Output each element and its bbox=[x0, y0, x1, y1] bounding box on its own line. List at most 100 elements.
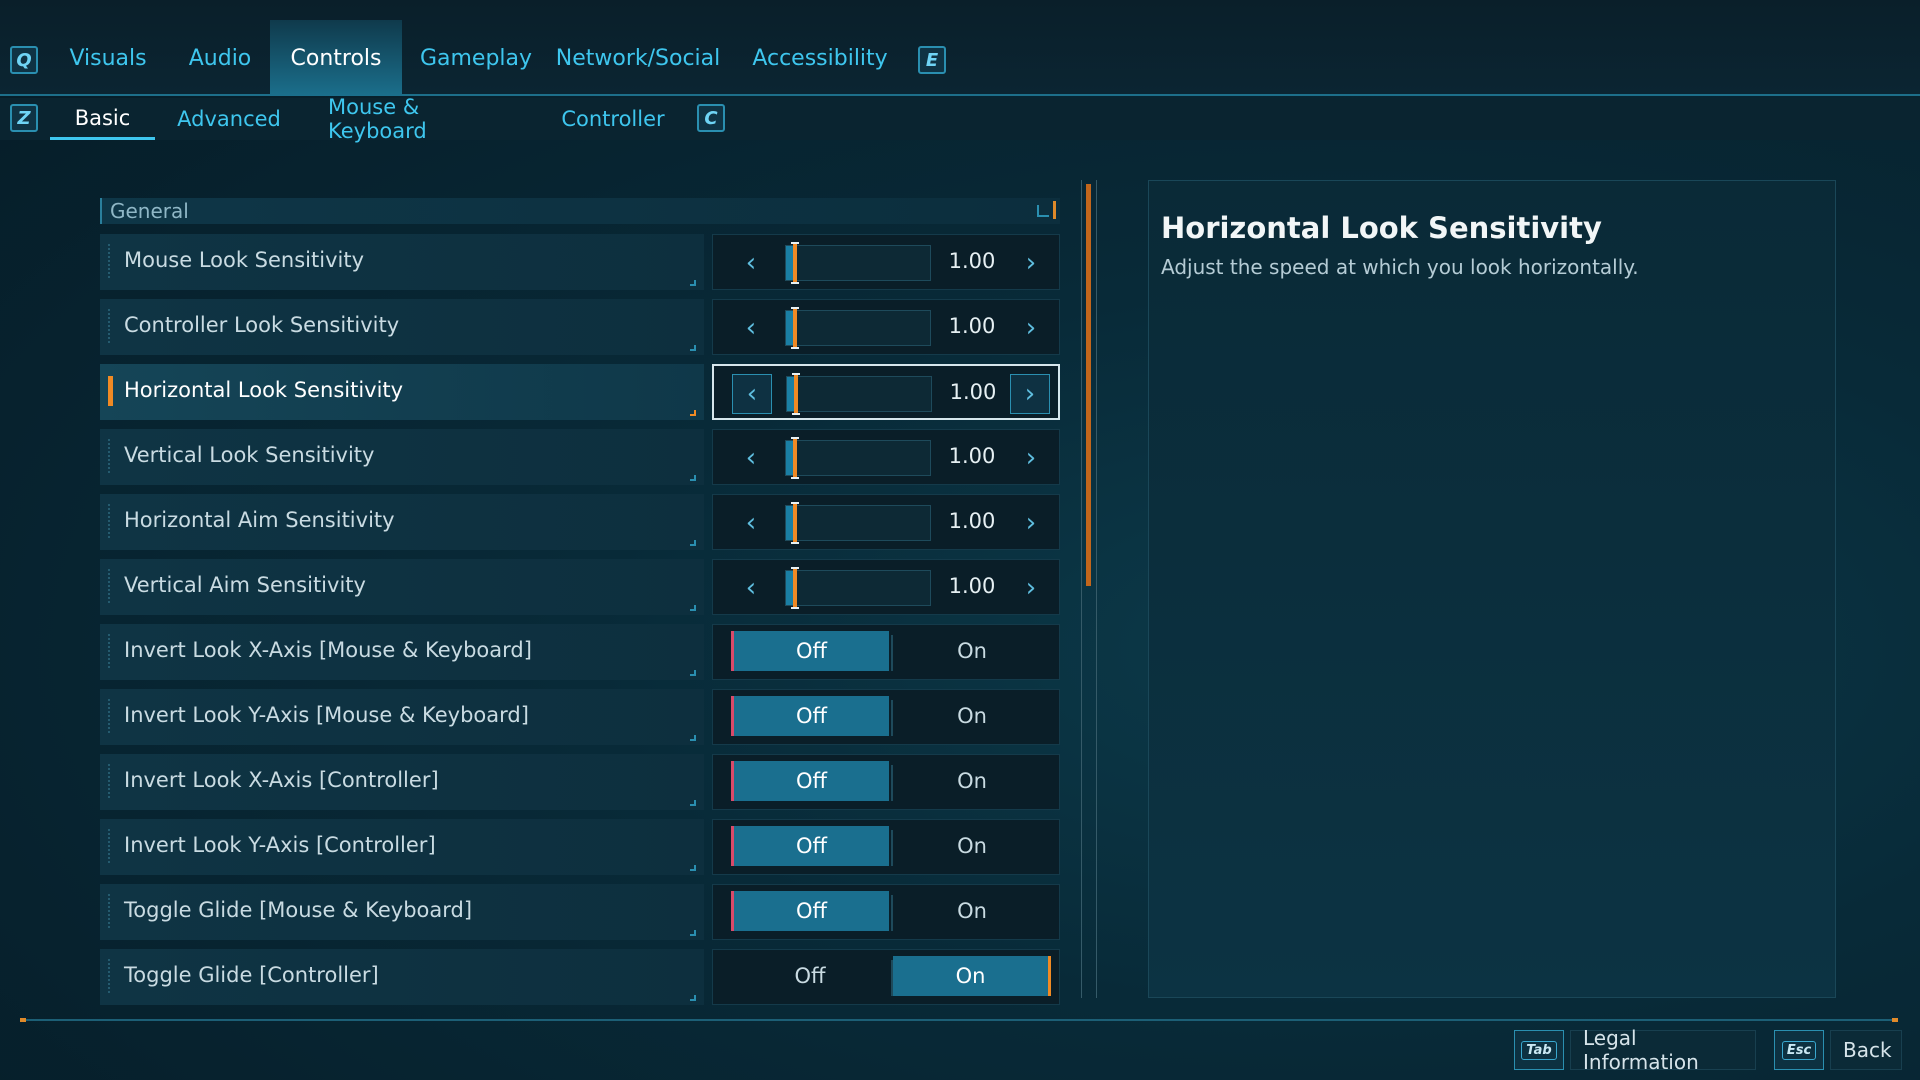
setting-label-cell[interactable]: Invert Look Y-Axis [Mouse & Keyboard] bbox=[100, 689, 704, 745]
toggle-off-option[interactable]: Off bbox=[731, 891, 889, 931]
tab-controls[interactable]: Controls bbox=[270, 20, 402, 96]
toggle-off-option[interactable]: Off bbox=[731, 761, 889, 801]
slider-thumb[interactable] bbox=[791, 502, 799, 544]
slider-thumb[interactable] bbox=[791, 437, 799, 479]
tab-network-social[interactable]: Network/Social bbox=[546, 20, 730, 96]
prev-subtab-key[interactable]: Z bbox=[10, 104, 38, 132]
toggle-on-option[interactable]: On bbox=[893, 826, 1051, 866]
setting-label-cell[interactable]: Controller Look Sensitivity bbox=[100, 299, 704, 355]
setting-row-10[interactable]: Toggle Glide [Mouse & Keyboard] Off On bbox=[100, 884, 1060, 940]
decrease-button[interactable]: ‹ bbox=[731, 243, 771, 283]
slider-control[interactable]: ‹ 1.00 › bbox=[712, 494, 1060, 550]
setting-row-0[interactable]: Mouse Look Sensitivity ‹ 1.00 › bbox=[100, 234, 1060, 290]
decrease-button[interactable]: ‹ bbox=[731, 308, 771, 348]
toggle-off-option[interactable]: Off bbox=[731, 956, 889, 996]
setting-label-cell[interactable]: Vertical Aim Sensitivity bbox=[100, 559, 704, 615]
subtab-basic[interactable]: Basic bbox=[50, 98, 155, 140]
setting-label-cell[interactable]: Toggle Glide [Controller] bbox=[100, 949, 704, 1005]
setting-label: Invert Look Y-Axis [Mouse & Keyboard] bbox=[124, 703, 529, 727]
collapse-icon[interactable] bbox=[1037, 201, 1056, 219]
toggle-off-option[interactable]: Off bbox=[731, 631, 889, 671]
setting-row-9[interactable]: Invert Look Y-Axis [Controller] Off On bbox=[100, 819, 1060, 875]
tab-accessibility[interactable]: Accessibility bbox=[738, 20, 902, 96]
slider-track[interactable] bbox=[785, 307, 931, 349]
prev-tab-key[interactable]: Q bbox=[10, 46, 38, 74]
decrease-button[interactable]: ‹ bbox=[731, 438, 771, 478]
setting-row-1[interactable]: Controller Look Sensitivity ‹ 1.00 › bbox=[100, 299, 1060, 355]
slider-thumb[interactable] bbox=[791, 567, 799, 609]
setting-row-8[interactable]: Invert Look X-Axis [Controller] Off On bbox=[100, 754, 1060, 810]
next-tab-key[interactable]: E bbox=[918, 46, 946, 74]
setting-label-cell[interactable]: Invert Look Y-Axis [Controller] bbox=[100, 819, 704, 875]
subtab-mouse-keyboard[interactable]: Mouse & Keyboard bbox=[314, 95, 528, 143]
toggle-control[interactable]: Off On bbox=[712, 754, 1060, 810]
tab-audio[interactable]: Audio bbox=[176, 20, 264, 96]
decrease-button[interactable]: ‹ bbox=[731, 503, 771, 543]
toggle-on-option[interactable]: On bbox=[893, 631, 1051, 671]
slider-track[interactable] bbox=[786, 373, 932, 415]
legal-information-button[interactable]: Legal Information bbox=[1570, 1026, 1756, 1074]
toggle-control[interactable]: Off On bbox=[712, 624, 1060, 680]
setting-row-11[interactable]: Toggle Glide [Controller] Off On bbox=[100, 949, 1060, 1005]
tab-visuals[interactable]: Visuals bbox=[56, 20, 160, 96]
slider-control[interactable]: ‹ 1.00 › bbox=[712, 364, 1060, 420]
decrease-button[interactable]: ‹ bbox=[732, 374, 772, 414]
slider-thumb[interactable] bbox=[792, 373, 800, 415]
setting-label-cell[interactable]: Horizontal Look Sensitivity bbox=[100, 364, 704, 420]
slider-track[interactable] bbox=[785, 242, 931, 284]
setting-label-cell[interactable]: Toggle Glide [Mouse & Keyboard] bbox=[100, 884, 704, 940]
subtab-advanced[interactable]: Advanced bbox=[168, 98, 290, 140]
setting-row-7[interactable]: Invert Look Y-Axis [Mouse & Keyboard] Of… bbox=[100, 689, 1060, 745]
setting-label-cell[interactable]: Vertical Look Sensitivity bbox=[100, 429, 704, 485]
slider-control[interactable]: ‹ 1.00 › bbox=[712, 299, 1060, 355]
toggle-control[interactable]: Off On bbox=[712, 949, 1060, 1005]
corner-tick bbox=[690, 540, 696, 546]
slider-track[interactable] bbox=[785, 567, 931, 609]
toggle-control[interactable]: Off On bbox=[712, 819, 1060, 875]
toggle-on-option[interactable]: On bbox=[893, 956, 1051, 996]
tab-gameplay[interactable]: Gameplay bbox=[412, 20, 540, 96]
increase-button[interactable]: › bbox=[1011, 568, 1051, 608]
setting-row-2[interactable]: Horizontal Look Sensitivity ‹ 1.00 › bbox=[100, 364, 1060, 420]
increase-button[interactable]: › bbox=[1011, 308, 1051, 348]
slider-thumb[interactable] bbox=[791, 307, 799, 349]
setting-row-5[interactable]: Vertical Aim Sensitivity ‹ 1.00 › bbox=[100, 559, 1060, 615]
setting-label: Controller Look Sensitivity bbox=[124, 313, 400, 337]
row-marker bbox=[108, 764, 114, 798]
setting-label-cell[interactable]: Invert Look X-Axis [Controller] bbox=[100, 754, 704, 810]
increase-button[interactable]: › bbox=[1011, 243, 1051, 283]
row-marker bbox=[108, 504, 114, 538]
toggle-on-option[interactable]: On bbox=[893, 761, 1051, 801]
increase-button[interactable]: › bbox=[1011, 438, 1051, 478]
chevron-right-icon: › bbox=[1025, 248, 1037, 278]
setting-row-6[interactable]: Invert Look X-Axis [Mouse & Keyboard] Of… bbox=[100, 624, 1060, 680]
decrease-button[interactable]: ‹ bbox=[731, 568, 771, 608]
toggle-on-option[interactable]: On bbox=[893, 696, 1051, 736]
toggle-on-option[interactable]: On bbox=[893, 891, 1051, 931]
setting-label-cell[interactable]: Mouse Look Sensitivity bbox=[100, 234, 704, 290]
toggle-off-option[interactable]: Off bbox=[731, 826, 889, 866]
next-subtab-key[interactable]: C bbox=[697, 104, 725, 132]
slider-control[interactable]: ‹ 1.00 › bbox=[712, 559, 1060, 615]
section-header-general[interactable]: General bbox=[100, 198, 1060, 224]
slider-track[interactable] bbox=[785, 437, 931, 479]
slider-control[interactable]: ‹ 1.00 › bbox=[712, 429, 1060, 485]
scrollbar-thumb[interactable] bbox=[1086, 184, 1091, 586]
back-button[interactable]: Back bbox=[1830, 1030, 1902, 1070]
setting-label-cell[interactable]: Horizontal Aim Sensitivity bbox=[100, 494, 704, 550]
slider-track[interactable] bbox=[785, 502, 931, 544]
scrollbar[interactable] bbox=[1080, 180, 1098, 998]
toggle-control[interactable]: Off On bbox=[712, 884, 1060, 940]
toggle-off-option[interactable]: Off bbox=[731, 696, 889, 736]
increase-button[interactable]: › bbox=[1011, 503, 1051, 543]
setting-label-cell[interactable]: Invert Look X-Axis [Mouse & Keyboard] bbox=[100, 624, 704, 680]
chevron-right-icon: › bbox=[1024, 379, 1036, 409]
slider-thumb[interactable] bbox=[791, 242, 799, 284]
corner-tick bbox=[690, 280, 696, 286]
toggle-control[interactable]: Off On bbox=[712, 689, 1060, 745]
subtab-controller[interactable]: Controller bbox=[552, 98, 674, 140]
setting-row-4[interactable]: Horizontal Aim Sensitivity ‹ 1.00 › bbox=[100, 494, 1060, 550]
increase-button[interactable]: › bbox=[1010, 374, 1050, 414]
setting-row-3[interactable]: Vertical Look Sensitivity ‹ 1.00 › bbox=[100, 429, 1060, 485]
slider-control[interactable]: ‹ 1.00 › bbox=[712, 234, 1060, 290]
